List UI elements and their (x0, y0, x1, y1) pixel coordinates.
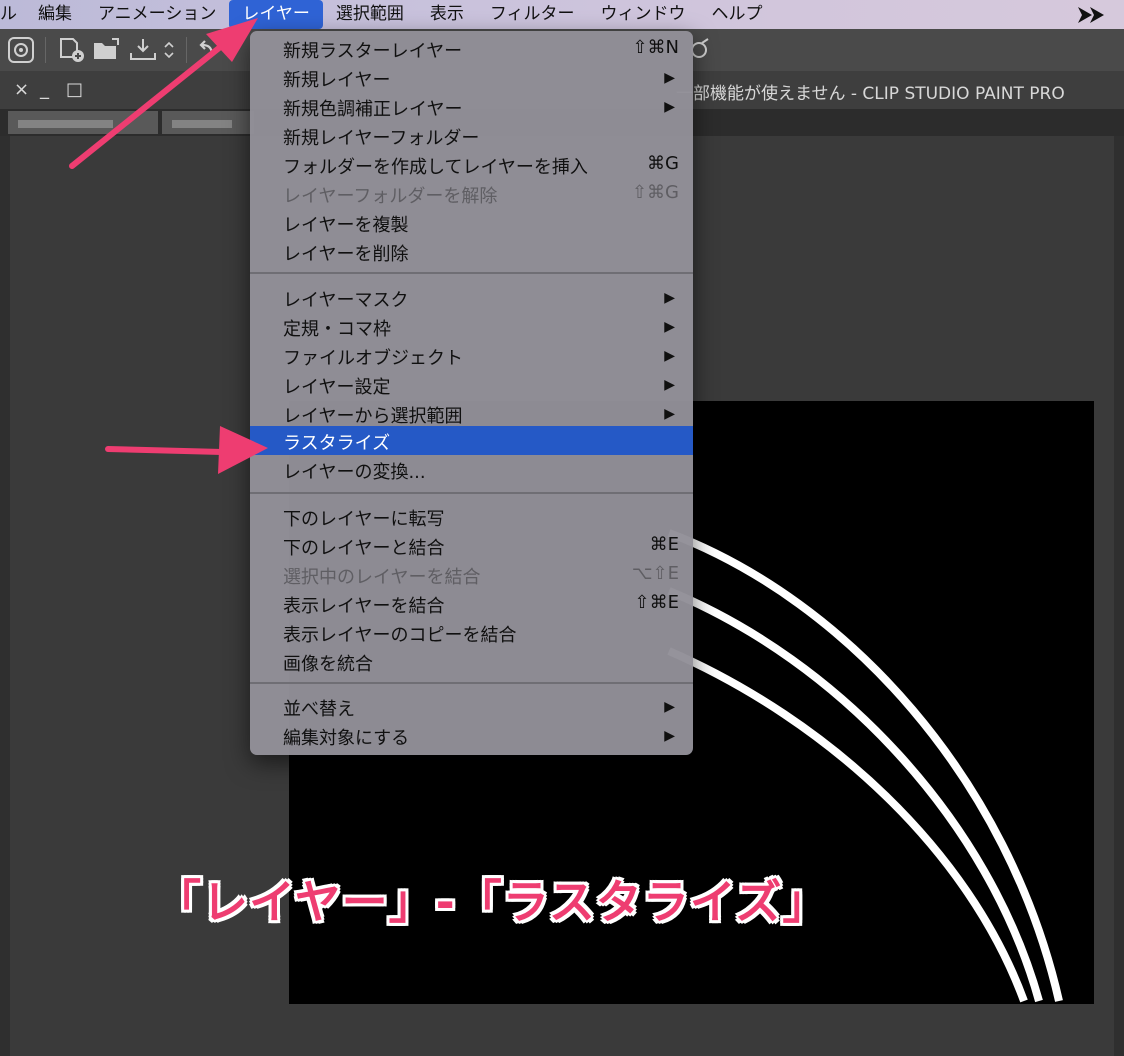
menu-selection[interactable]: 選択範囲 (323, 0, 417, 29)
submenu-arrow-icon: ▶ (664, 377, 675, 393)
menu-item-new-layer-folder[interactable]: 新規レイヤーフォルダー (250, 121, 693, 150)
screen: ル 編集 アニメーション レイヤー 選択範囲 表示 フィルター ウィンドウ ヘル… (0, 0, 1124, 1056)
window-title: 一部機能が使えません - CLIP STUDIO PAINT PRO (676, 84, 1065, 104)
new-file-icon[interactable] (58, 37, 86, 63)
menu-item-rasterize[interactable]: ラスタライズ (250, 426, 693, 455)
menu-item-new-layer[interactable]: 新規レイヤー ▶ (250, 63, 693, 92)
menu-separator (250, 682, 693, 684)
menu-item-label: 新規レイヤーフォルダー (283, 128, 480, 149)
layer-menu-dropdown: 新規ラスターレイヤー ⇧⌘N 新規レイヤー ▶ 新規色調補正レイヤー ▶ 新規レ… (250, 31, 693, 755)
menu-item-shortcut: ⇧⌘G (631, 182, 679, 203)
right-panel-edge (1114, 136, 1124, 1056)
menu-item-shortcut: ⌘G (647, 153, 679, 174)
menu-item-label: レイヤーの変換... (283, 462, 426, 483)
submenu-arrow-icon: ▶ (664, 290, 675, 306)
menu-item-label: 下のレイヤーと結合 (283, 538, 445, 559)
menu-layer[interactable]: レイヤー (229, 0, 323, 29)
menu-item-duplicate-layer[interactable]: レイヤーを複製 (250, 208, 693, 237)
maximize-icon[interactable]: □ (66, 79, 83, 100)
menu-item-shortcut: ⌥⇧E (631, 563, 679, 584)
menu-item-convert-layer[interactable]: レイヤーの変換... (250, 455, 693, 484)
menu-item-shortcut: ⇧⌘E (634, 592, 679, 613)
menu-edit[interactable]: 編集 (25, 0, 85, 29)
blurred-tab-text (172, 120, 232, 128)
menu-item-merge-visible-copy[interactable]: 表示レイヤーのコピーを結合 (250, 618, 693, 647)
submenu-arrow-icon: ▶ (664, 348, 675, 364)
menu-item-label: レイヤーマスク (283, 290, 409, 311)
menu-filter[interactable]: フィルター (477, 0, 588, 29)
menu-item-label: ラスタライズ (283, 433, 391, 454)
brush-tool-icon[interactable] (690, 37, 710, 63)
menu-item-arrange[interactable]: 並べ替え ▶ (250, 692, 693, 721)
menu-item-label: 下のレイヤーに転写 (283, 509, 445, 530)
menu-item-label: 新規ラスターレイヤー (283, 41, 463, 62)
annotation-caption: 「レイヤー」-「ラスタライズ」 (154, 874, 830, 930)
toolbar-divider (45, 37, 46, 63)
menu-item-new-raster-layer[interactable]: 新規ラスターレイヤー ⇧⌘N (250, 34, 693, 63)
menu-view[interactable]: 表示 (417, 0, 477, 29)
clip-studio-icon[interactable] (8, 37, 34, 63)
left-panel-edge (0, 136, 10, 1056)
menu-item-selection-from-layer[interactable]: レイヤーから選択範囲 ▶ (250, 399, 693, 428)
menu-item-create-folder-insert[interactable]: フォルダーを作成してレイヤーを挿入 ⌘G (250, 150, 693, 179)
save-icon[interactable] (128, 37, 158, 63)
menu-item-delete-layer[interactable]: レイヤーを削除 (250, 237, 693, 266)
menu-item-label: 表示レイヤーのコピーを結合 (283, 625, 517, 646)
toolbar-divider (186, 37, 187, 63)
mac-menu-bar: ル 編集 アニメーション レイヤー 選択範囲 表示 フィルター ウィンドウ ヘル… (0, 0, 1124, 29)
submenu-arrow-icon: ▶ (664, 728, 675, 744)
menu-item-layer-mask[interactable]: レイヤーマスク ▶ (250, 283, 693, 312)
open-folder-icon[interactable] (92, 37, 122, 63)
submenu-arrow-icon: ▶ (664, 406, 675, 422)
document-tab[interactable] (162, 111, 254, 134)
menu-item-label: 編集対象にする (283, 728, 410, 749)
menu-item-label: フォルダーを作成してレイヤーを挿入 (283, 157, 588, 178)
submenu-arrow-icon: ▶ (664, 699, 675, 715)
undo-icon[interactable] (196, 37, 216, 63)
menu-animation[interactable]: アニメーション (85, 0, 229, 29)
menu-item-ruler-frame[interactable]: 定規・コマ枠 ▶ (250, 312, 693, 341)
menu-item-flatten-image[interactable]: 画像を統合 (250, 647, 693, 676)
app-logo-icon (1078, 7, 1104, 23)
menu-item-transfer-down[interactable]: 下のレイヤーに転写 (250, 502, 693, 531)
blurred-tab-text (18, 120, 113, 128)
menu-item-label: 表示レイヤーを結合 (283, 596, 445, 617)
menu-item-label: 画像を統合 (283, 654, 373, 675)
minimize-icon[interactable]: _ (40, 79, 49, 100)
menu-item-merge-down[interactable]: 下のレイヤーと結合 ⌘E (250, 531, 693, 560)
menu-item-set-edit-target[interactable]: 編集対象にする ▶ (250, 721, 693, 750)
menu-item-label: 選択中のレイヤーを結合 (283, 567, 481, 588)
menu-item-shortcut: ⌘E (649, 534, 679, 555)
menu-item-layer-settings[interactable]: レイヤー設定 ▶ (250, 370, 693, 399)
menu-separator (250, 272, 693, 274)
dropdown-chevron-icon[interactable] (162, 37, 176, 63)
menu-separator (250, 492, 693, 494)
menu-help[interactable]: ヘルプ (699, 0, 776, 29)
menu-item-label: レイヤーから選択範囲 (283, 406, 463, 427)
menu-item-label: 新規色調補正レイヤー (283, 99, 463, 120)
menu-item-label: レイヤーを複製 (283, 215, 409, 236)
submenu-arrow-icon: ▶ (664, 99, 675, 115)
menu-item-label: レイヤー設定 (283, 377, 391, 398)
close-icon[interactable]: × (14, 79, 29, 100)
menu-item-merge-visible[interactable]: 表示レイヤーを結合 ⇧⌘E (250, 589, 693, 618)
menu-item-release-folder: レイヤーフォルダーを解除 ⇧⌘G (250, 179, 693, 208)
menu-item-label: レイヤーフォルダーを解除 (283, 186, 498, 207)
menu-item-shortcut: ⇧⌘N (632, 37, 679, 58)
document-tab[interactable] (8, 111, 158, 134)
menu-item-label: ファイルオブジェクト (283, 348, 463, 369)
menu-item-label: 並べ替え (283, 699, 355, 720)
submenu-arrow-icon: ▶ (664, 70, 675, 86)
menu-window[interactable]: ウィンドウ (588, 0, 699, 29)
menu-item-label: レイヤーを削除 (283, 244, 409, 265)
submenu-arrow-icon: ▶ (664, 319, 675, 335)
menu-item-merge-selected: 選択中のレイヤーを結合 ⌥⇧E (250, 560, 693, 589)
menu-item-label: 定規・コマ枠 (283, 319, 391, 340)
menu-item-new-correction-layer[interactable]: 新規色調補正レイヤー ▶ (250, 92, 693, 121)
menu-item-file-object[interactable]: ファイルオブジェクト ▶ (250, 341, 693, 370)
menu-item-label: 新規レイヤー (283, 70, 391, 91)
menu-item-partial[interactable]: ル (0, 0, 25, 29)
